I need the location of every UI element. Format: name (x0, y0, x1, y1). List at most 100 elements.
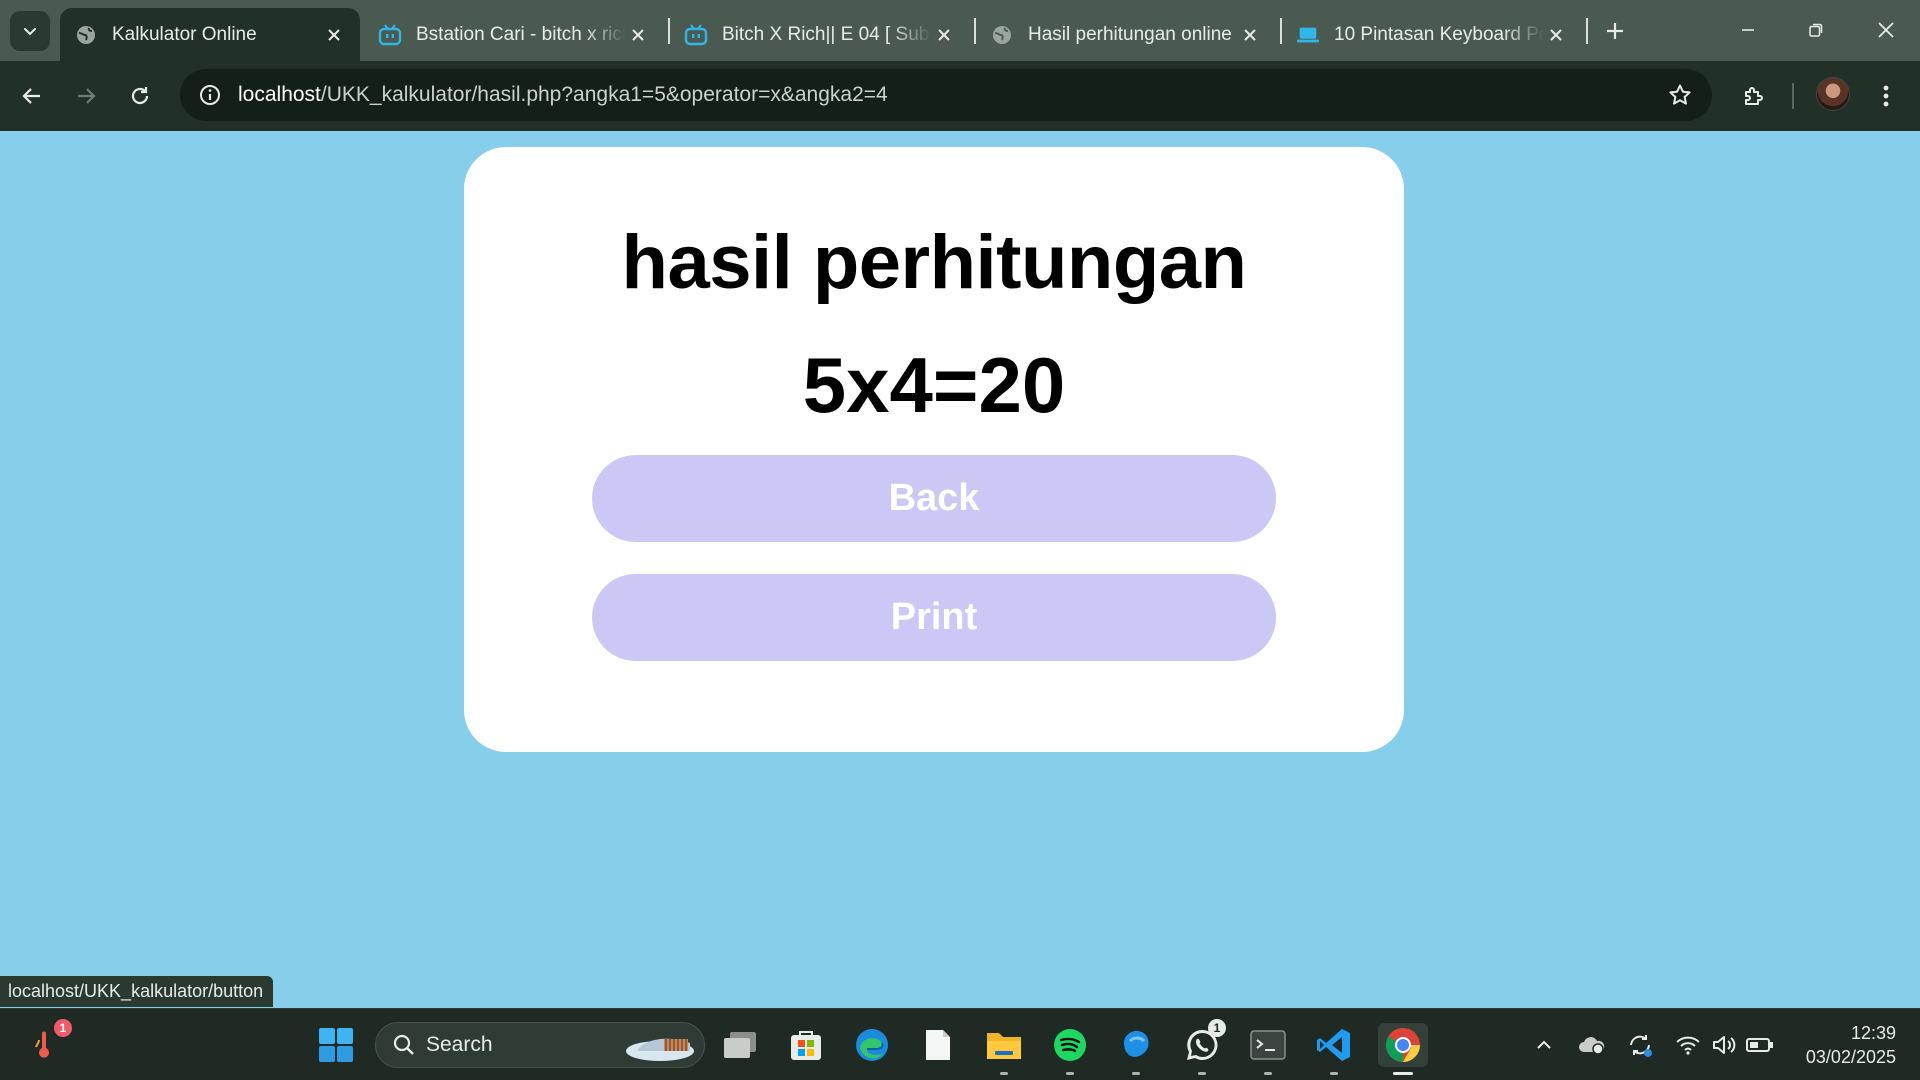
tab-title: Bitch X Rich|| E 04 [ Sub Indo ] (722, 23, 932, 45)
windows-taskbar: 1 Search 1 12:39 03/02/2025 (0, 1008, 1920, 1080)
terminal-icon (1250, 1030, 1286, 1060)
tab-search-button[interactable] (10, 11, 50, 51)
chrome-button[interactable] (1378, 1023, 1428, 1075)
windows-start-icon (319, 1028, 353, 1062)
tab-title: Kalkulator Online (112, 23, 257, 45)
chevron-down-icon (24, 28, 36, 36)
sync-tray-icon[interactable] (1626, 1031, 1654, 1059)
close-window-button[interactable] (1864, 10, 1908, 50)
spotify-button[interactable] (1048, 1023, 1092, 1075)
toolbar-divider (1792, 83, 1794, 109)
address-bar[interactable]: localhost/UKK_kalkulator/hasil.php?angka… (180, 69, 1712, 121)
clock-time: 12:39 (1850, 1023, 1896, 1043)
tab-bitch-x-rich-e04[interactable]: Bitch X Rich|| E 04 [ Sub Indo ] (670, 8, 970, 61)
restore-icon (1809, 23, 1823, 37)
chevron-up-icon (1537, 1040, 1551, 1049)
edge-button[interactable] (850, 1023, 894, 1067)
whatsapp-badge: 1 (1208, 1019, 1226, 1037)
profile-avatar[interactable] (1816, 77, 1850, 111)
site-info-icon[interactable] (182, 69, 238, 121)
new-tab-button[interactable] (1598, 14, 1632, 48)
start-button[interactable] (314, 1023, 358, 1067)
notepad-icon (926, 1030, 950, 1060)
tab-pintasan-keyboard[interactable]: 10 Pintasan Keyboard Penting (1282, 8, 1582, 61)
tab-title: Hasil perhitungan online (1028, 23, 1232, 45)
running-indicator (1066, 1072, 1074, 1075)
clock-date: 03/02/2025 (1805, 1047, 1896, 1067)
whatsapp-button[interactable]: 1 (1180, 1019, 1226, 1075)
search-label: Search (426, 1033, 493, 1056)
bstation-icon (684, 23, 708, 47)
arrow-left-icon (22, 88, 40, 104)
task-view-button[interactable] (718, 1023, 762, 1067)
app-button[interactable] (1114, 1023, 1158, 1075)
calculation-result: 5x4=20 (802, 341, 1066, 429)
tab-strip: Kalkulator Online Bstation Cari - bitch … (0, 0, 1920, 61)
running-indicator (1132, 1072, 1140, 1075)
battery-icon[interactable] (1746, 1031, 1774, 1059)
more-vertical-icon (1883, 85, 1889, 107)
reload-button[interactable] (122, 78, 158, 114)
taskbar-clock[interactable]: 12:39 03/02/2025 (1806, 1021, 1896, 1069)
chrome-icon (1386, 1028, 1420, 1062)
notepad-button[interactable] (916, 1023, 960, 1067)
browser-menu-button[interactable] (1868, 78, 1904, 114)
print-button[interactable]: Print (592, 574, 1276, 661)
minimize-icon (1742, 29, 1754, 31)
close-icon[interactable] (1544, 23, 1568, 47)
running-indicator (1000, 1072, 1008, 1075)
volume-icon[interactable] (1710, 1031, 1738, 1059)
close-icon (1878, 22, 1894, 38)
bstation-icon (378, 23, 402, 47)
close-icon[interactable] (1238, 23, 1262, 47)
arrow-right-icon (78, 88, 96, 104)
microsoft-store-icon (791, 1031, 821, 1060)
running-indicator (1198, 1072, 1206, 1075)
tab-title: Bstation Cari - bitch x rich (416, 23, 626, 45)
edge-icon (856, 1029, 888, 1061)
back-button[interactable]: Back (592, 455, 1276, 542)
minimize-button[interactable] (1726, 10, 1770, 50)
forward-nav-button[interactable] (68, 78, 104, 114)
task-view-icon (724, 1032, 756, 1058)
browser-toolbar: localhost/UKK_kalkulator/hasil.php?angka… (0, 61, 1920, 131)
file-explorer-button[interactable] (982, 1023, 1026, 1075)
app-icon (1124, 1030, 1149, 1057)
vscode-icon (1317, 1029, 1350, 1061)
close-icon[interactable] (322, 23, 346, 47)
page-title: hasil perhitungan (621, 220, 1247, 305)
file-explorer-icon (987, 1033, 1021, 1059)
running-indicator (1330, 1072, 1338, 1075)
bookmark-star-icon[interactable] (1666, 81, 1694, 109)
widgets-button[interactable]: 1 (26, 1019, 72, 1067)
link-status-bar: localhost/UKK_kalkulator/button (0, 976, 274, 1007)
notification-badge: 1 (54, 1019, 72, 1037)
plus-icon (1607, 23, 1623, 39)
close-icon[interactable] (932, 23, 956, 47)
laptop-icon (1296, 23, 1320, 47)
globe-icon (990, 23, 1014, 47)
spotify-icon (1054, 1029, 1086, 1061)
reload-icon (131, 87, 149, 105)
url-host: localhost (238, 83, 321, 106)
tab-bstation-cari[interactable]: Bstation Cari - bitch x rich (364, 8, 664, 61)
microsoft-store-button[interactable] (784, 1023, 828, 1067)
show-hidden-icons-button[interactable] (1530, 1031, 1558, 1059)
extensions-button[interactable] (1736, 78, 1772, 114)
onedrive-tray-icon[interactable] (1578, 1031, 1606, 1059)
result-card: hasil perhitungan 5x4=20 Back Print (464, 147, 1404, 752)
tab-hasil-perhitungan-online[interactable]: Hasil perhitungan online (976, 8, 1276, 61)
restore-button[interactable] (1794, 10, 1838, 50)
search-highlight-icon (626, 1038, 694, 1061)
tab-kalkulator-online[interactable]: Kalkulator Online (60, 8, 360, 61)
url-text: localhost/UKK_kalkulator/hasil.php?angka… (238, 83, 888, 107)
puzzle-icon (1745, 87, 1763, 105)
terminal-button[interactable] (1246, 1023, 1290, 1075)
url-path: /UKK_kalkulator/hasil.php?angka1=5&opera… (320, 83, 888, 106)
close-icon[interactable] (626, 23, 650, 47)
running-indicator (1264, 1072, 1272, 1075)
wifi-icon[interactable] (1674, 1031, 1702, 1059)
taskbar-search[interactable]: Search (375, 1022, 705, 1068)
vscode-button[interactable] (1312, 1023, 1356, 1075)
back-nav-button[interactable] (14, 78, 50, 114)
